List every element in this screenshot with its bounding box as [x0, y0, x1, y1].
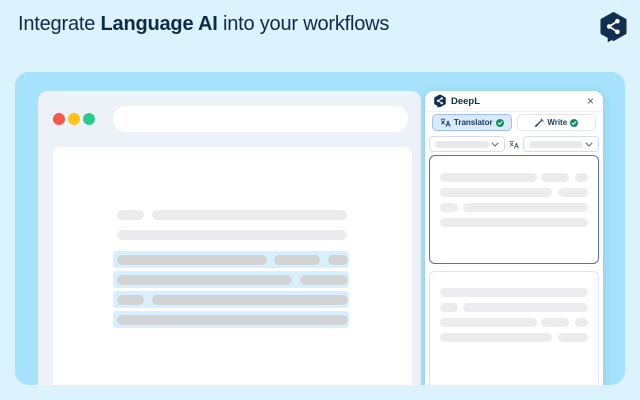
skeleton-row	[113, 311, 349, 328]
panel-tabs: Translator Write	[425, 114, 603, 131]
close-window-icon[interactable]	[53, 113, 65, 125]
skeleton-bar	[117, 295, 144, 305]
page-title-prefix: Integrate	[18, 13, 101, 35]
skeleton-bar	[558, 333, 588, 342]
skeleton-bar	[300, 275, 348, 285]
skeleton-bar	[328, 255, 348, 265]
skeleton-row	[113, 226, 349, 243]
skeleton-bar	[440, 288, 588, 297]
chevron-down-icon	[585, 142, 593, 147]
deepl-logo-icon	[600, 11, 627, 43]
browser-window	[38, 91, 421, 385]
translate-icon	[440, 118, 451, 127]
skeleton-bar	[440, 303, 458, 312]
skeleton-row	[440, 303, 588, 312]
skeleton-row	[440, 203, 588, 212]
skeleton-row	[440, 188, 588, 197]
skeleton-bar	[541, 318, 569, 327]
skeleton-bar	[117, 230, 347, 240]
skeleton-row	[440, 318, 588, 327]
pen-icon	[534, 118, 544, 128]
pro-check-badge-icon	[496, 119, 504, 127]
skeleton-row	[113, 291, 349, 308]
skeleton-bar	[152, 295, 348, 305]
skeleton-row	[440, 173, 588, 182]
skeleton-bar	[463, 303, 588, 312]
tab-translator[interactable]: Translator	[432, 114, 512, 131]
skeleton-bar	[463, 203, 588, 212]
skeleton-row	[113, 206, 349, 223]
language-placeholder	[435, 141, 489, 148]
skeleton-bar	[440, 173, 537, 182]
skeleton-bar	[575, 318, 588, 327]
skeleton-bar	[117, 315, 348, 325]
skeleton-row	[440, 288, 588, 297]
translate-swap-icon	[509, 140, 519, 149]
skeleton-bar	[541, 173, 569, 182]
tab-write[interactable]: Write	[517, 114, 597, 131]
skeleton-bar	[274, 255, 320, 265]
skeleton-bar	[440, 218, 588, 227]
deepl-logo-small-icon	[434, 94, 446, 108]
webpage-document	[53, 147, 412, 385]
skeleton-bar	[440, 333, 552, 342]
translation-output-area	[429, 271, 599, 385]
skeleton-bar	[117, 255, 267, 265]
source-text-area[interactable]	[429, 155, 599, 264]
close-panel-icon[interactable]: ×	[587, 95, 594, 107]
minimize-window-icon[interactable]	[68, 113, 80, 125]
pro-check-badge-icon	[570, 119, 578, 127]
skeleton-bar	[440, 203, 458, 212]
address-bar[interactable]	[113, 106, 408, 132]
skeleton-bar	[440, 318, 537, 327]
panel-app-name: DeepL	[451, 96, 480, 107]
page-title: Integrate Language AI into your workflow…	[18, 13, 389, 36]
maximize-window-icon[interactable]	[83, 113, 95, 125]
target-language-select[interactable]	[523, 136, 599, 152]
tab-write-label: Write	[547, 118, 567, 127]
window-controls	[53, 113, 95, 125]
skeleton-bar	[117, 210, 144, 220]
language-placeholder	[529, 141, 583, 148]
document-skeleton	[113, 147, 349, 328]
skeleton-row	[113, 271, 349, 288]
tab-translator-label: Translator	[454, 118, 493, 127]
skeleton-row	[440, 333, 588, 342]
demo-frame: DeepL × Translator	[15, 72, 625, 385]
skeleton-bar	[440, 188, 552, 197]
skeleton-row	[440, 218, 588, 227]
deepl-extension-panel: DeepL × Translator	[425, 91, 603, 385]
language-selector-row	[429, 136, 599, 152]
page-title-suffix: into your workflows	[218, 13, 390, 35]
skeleton-bar	[152, 210, 347, 220]
skeleton-bar	[117, 275, 292, 285]
source-language-select[interactable]	[429, 136, 505, 152]
panel-header: DeepL ×	[425, 91, 603, 112]
skeleton-bar	[558, 188, 588, 197]
page-title-highlight: Language AI	[101, 13, 218, 35]
chevron-down-icon	[491, 142, 499, 147]
skeleton-row	[113, 251, 349, 268]
skeleton-bar	[575, 173, 588, 182]
